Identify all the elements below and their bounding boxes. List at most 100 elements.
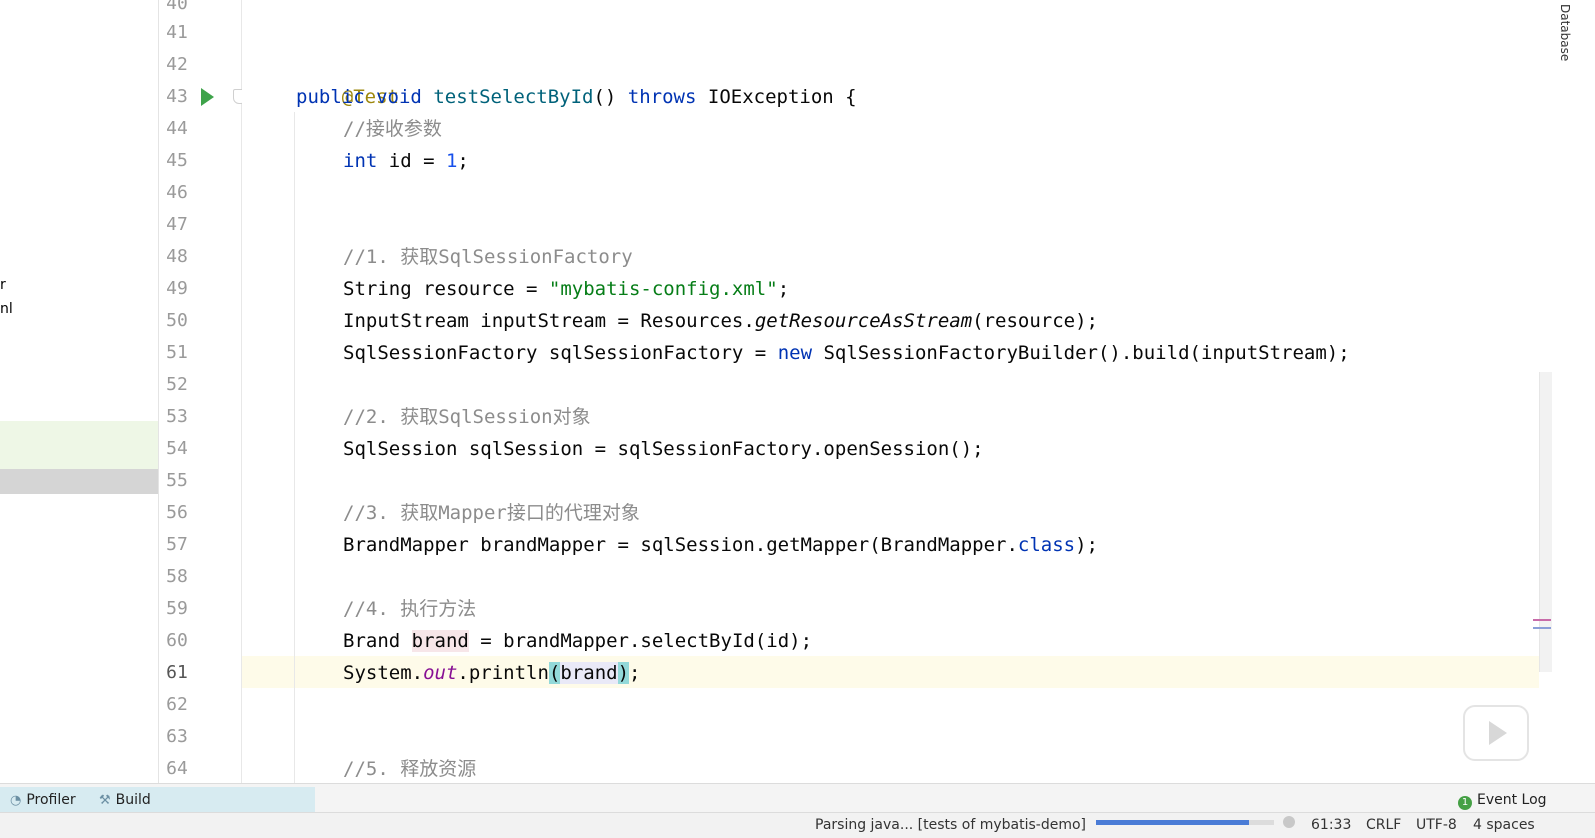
line-number-current: 61 [166,662,188,683]
keyword: public [296,86,365,108]
line-number: 42 [166,54,188,75]
code-text: Brand [343,630,412,652]
error-stripe-marker[interactable] [1533,619,1551,621]
event-log-badge: 1 [1458,796,1472,810]
code-text: id = [377,150,446,172]
code-line-45: int id = 1; [343,145,469,177]
string-literal: "mybatis-config.xml" [548,278,778,300]
line-number: 48 [166,246,188,267]
project-panel: r nl [0,0,158,798]
project-tree-selected-row[interactable] [0,469,158,494]
project-tree-fragment[interactable]: r [0,277,6,293]
code-text: .println [457,662,549,684]
task-progress-bar [1096,820,1274,825]
line-number: 43 [166,86,188,107]
task-progress-fill [1096,820,1250,825]
code-line-48: //1. 获取SqlSessionFactory [343,241,633,273]
line-number: 46 [166,182,188,203]
cancel-task-icon[interactable] [1283,816,1295,828]
line-number: 44 [166,118,188,139]
line-number: 63 [166,726,188,747]
method-name: testSelectById [433,86,594,108]
status-bar: Parsing java... [tests of mybatis-demo] … [0,812,1595,838]
keyword: int [343,150,378,172]
code-text: ; [629,662,641,684]
code-text: ); [1075,534,1098,556]
line-number: 56 [166,502,188,523]
run-test-icon[interactable] [201,88,214,106]
line-number: 59 [166,598,188,619]
code-text: BrandMapper brandMapper = sqlSession.get… [343,534,1018,556]
line-number: 41 [166,22,188,43]
database-tab[interactable]: Database [1552,4,1572,74]
code-line-51: SqlSessionFactory sqlSessionFactory = ne… [343,337,1350,369]
static-method: getResourceAsStream [754,310,973,332]
indent-guide [294,112,295,798]
keyword: throws [627,86,697,108]
line-number: 53 [166,406,188,427]
code-text: System. [343,662,424,684]
line-number: 51 [166,342,188,363]
build-button[interactable]: ⚒ Build [99,791,151,809]
line-number: 52 [166,374,188,395]
code-text: SqlSessionFactory sqlSessionFactory = [343,342,778,364]
comment: //接收参数 [343,118,442,140]
code-text: = brandMapper.selectById(id); [468,630,813,652]
code-line-49: String resource = "mybatis-config.xml"; [343,273,789,305]
code-line-50: InputStream inputStream = Resources.getR… [343,305,1098,337]
keyword: new [777,342,813,364]
keyword: class [1017,534,1076,556]
line-separator[interactable]: CRLF [1366,817,1401,833]
code-line-56: //3. 获取Mapper接口的代理对象 [343,497,640,529]
brace-match: ( [548,662,561,684]
video-play-overlay[interactable] [1463,705,1529,761]
play-icon [1489,721,1507,745]
code-line-59: //4. 执行方法 [343,593,476,625]
line-number: 50 [166,310,188,331]
profiler-label: Profiler [26,792,76,808]
background-task-text[interactable]: Parsing java... [tests of mybatis-demo] [815,817,1086,833]
event-log-button[interactable]: 1 Event Log [1458,791,1547,810]
profiler-button[interactable]: ◔ Profiler [10,791,76,809]
hammer-icon: ⚒ [99,793,111,808]
code-text: ; [777,278,790,300]
line-number: 47 [166,214,188,235]
static-field: out [423,662,458,684]
error-stripe-marker[interactable] [1533,627,1551,629]
code-text: SqlSession sqlSession = sqlSessionFactor… [343,438,984,460]
line-number: 54 [166,438,188,459]
line-number: 58 [166,566,188,587]
line-number: 55 [166,470,188,491]
code-editor[interactable]: @Test public void testSelectById() throw… [242,0,1539,798]
comment: //4. 执行方法 [343,598,477,620]
cursor-position[interactable]: 61:33 [1311,817,1351,833]
comment: //5. 释放资源 [343,758,477,780]
code-line-53: //2. 获取SqlSession对象 [343,401,591,433]
code-text: SqlSessionFactoryBuilder().build(inputSt… [812,342,1350,364]
code-line-54: SqlSession sqlSession = sqlSessionFactor… [343,433,984,465]
number-literal: 1 [445,150,458,172]
code-line-43: public void testSelectById() throws IOEx… [296,81,857,113]
comment: //3. 获取Mapper接口的代理对象 [343,502,640,524]
brace-match: ) [617,662,630,684]
code-line-42: @Test [296,49,399,108]
project-tree-selection-highlight [0,421,158,469]
code-text: IOException { [696,86,857,108]
editor-gutter: 40 41 42 43 44 45 46 47 48 49 50 51 52 5… [158,0,247,798]
comment: //1. 获取SqlSessionFactory [343,246,633,268]
code-line-44: //接收参数 [343,113,442,145]
project-tree-fragment[interactable]: nl [0,301,13,317]
file-encoding[interactable]: UTF-8 [1416,817,1457,833]
profiler-icon: ◔ [10,793,22,808]
line-number: 62 [166,694,188,715]
code-text: InputStream inputStream = Resources. [343,310,755,332]
code-text: (resource); [972,310,1098,332]
code-text: String resource = [343,278,549,300]
line-number: 49 [166,278,188,299]
indent-setting[interactable]: 4 spaces [1473,817,1535,833]
variable-highlight: brand [411,630,469,652]
build-label: Build [115,792,151,808]
line-number: 60 [166,630,188,651]
code-text: () [593,86,628,108]
code-line-57: BrandMapper brandMapper = sqlSession.get… [343,529,1098,561]
